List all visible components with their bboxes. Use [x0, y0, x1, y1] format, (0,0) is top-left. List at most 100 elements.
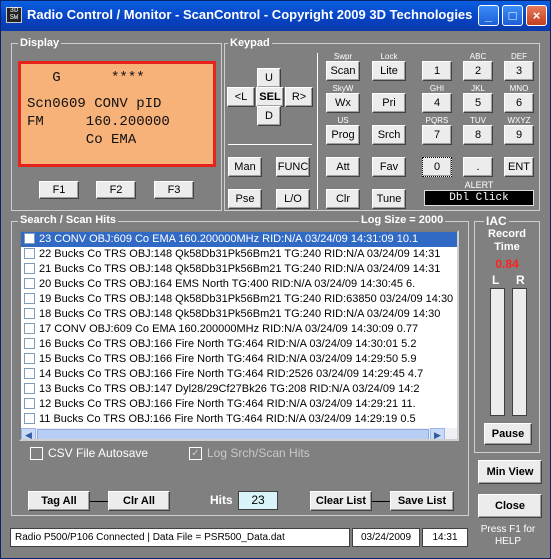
pri-button[interactable]: Pri — [372, 93, 406, 113]
status-date: 03/24/2009 — [352, 528, 420, 547]
nav-left-button[interactable]: <L — [227, 87, 255, 107]
hit-row-checkbox[interactable] — [24, 293, 35, 304]
horizontal-scroll-thumb[interactable] — [37, 429, 429, 439]
hits-count-label: Hits — [210, 493, 233, 507]
csv-autosave-checkbox[interactable] — [30, 447, 43, 460]
key-9-button[interactable]: 9 — [504, 125, 534, 145]
hit-row-text: 14 Bucks Co TRS OBJ:166 Fire North TG:46… — [39, 368, 424, 380]
nav-right-button[interactable]: R> — [285, 87, 313, 107]
man-button[interactable]: Man — [228, 157, 262, 177]
log-size: Log Size = 2000 — [359, 214, 446, 226]
hit-row-checkbox[interactable] — [24, 278, 35, 289]
status-time: 14:31 — [422, 528, 468, 547]
keypad-label: Keypad — [228, 37, 272, 49]
hit-row-checkbox[interactable] — [24, 338, 35, 349]
key-8-button[interactable]: 8 — [463, 125, 493, 145]
left-vu-meter — [490, 288, 505, 416]
hit-row-checkbox[interactable] — [24, 398, 35, 409]
key-7-button[interactable]: 7 — [422, 125, 452, 145]
hit-row-checkbox[interactable] — [24, 323, 35, 334]
record-time-label: Record Time — [488, 228, 526, 253]
key-dot-button[interactable]: . — [463, 157, 493, 177]
title-bar[interactable]: 3D SW Radio Control / Monitor - ScanCont… — [1, 1, 550, 31]
nav-select-button[interactable]: SEL — [256, 87, 284, 107]
key-1-button[interactable]: 1 — [422, 61, 452, 81]
hit-row-checkbox[interactable] — [24, 353, 35, 364]
srch-button[interactable]: Srch — [372, 125, 406, 145]
hit-row[interactable]: 23 CONV OBJ:609 Co EMA 160.200000MHz RID… — [21, 232, 457, 247]
iac-label: IAC — [484, 214, 509, 228]
digit-sub-label: GHI — [429, 84, 445, 93]
hit-row[interactable]: 12 Bucks Co TRS OBJ:166 Fire North TG:46… — [21, 397, 457, 412]
hit-row[interactable]: 11 Bucks Co TRS OBJ:166 Fire North TG:46… — [21, 412, 457, 427]
left-channel-label: L — [492, 273, 500, 287]
hit-row[interactable]: 20 Bucks Co TRS OBJ:164 EMS North TG:400… — [21, 277, 457, 292]
right-vu-meter — [512, 288, 527, 416]
log-srch-checkbox[interactable]: ✓ — [189, 447, 202, 460]
f3-button[interactable]: F3 — [154, 181, 194, 199]
hit-row-text: 22 Bucks Co TRS OBJ:148 Qk58Db31Pk56Bm21… — [39, 248, 441, 260]
key-4-button[interactable]: 4 — [422, 93, 452, 113]
hit-row[interactable]: 15 Bucks Co TRS OBJ:166 Fire North TG:46… — [21, 352, 457, 367]
hit-row-checkbox[interactable] — [24, 413, 35, 424]
app-window: 3D SW Radio Control / Monitor - ScanCont… — [0, 0, 551, 559]
f2-button[interactable]: F2 — [96, 181, 136, 199]
hit-row-text: 15 Bucks Co TRS OBJ:166 Fire North TG:46… — [39, 353, 417, 365]
hit-row[interactable]: 21 Bucks Co TRS OBJ:148 Qk58Db31Pk56Bm21… — [21, 262, 457, 277]
hit-row[interactable]: 19 Bucks Co TRS OBJ:148 Qk58Db31Pk56Bm21… — [21, 292, 457, 307]
nav-up-button[interactable]: U — [257, 68, 281, 88]
key-3-button[interactable]: 3 — [504, 61, 534, 81]
tune-button[interactable]: Tune — [372, 189, 406, 209]
hits-list[interactable]: 23 CONV OBJ:609 Co EMA 160.200000MHz RID… — [19, 230, 459, 441]
key-2-button[interactable]: 2 — [463, 61, 493, 81]
hit-row[interactable]: 13 Bucks Co TRS OBJ:147 Dyl28/29Cf27Bk26… — [21, 382, 457, 397]
f1-button[interactable]: F1 — [39, 181, 79, 199]
scroll-right-icon[interactable]: ▶ — [430, 428, 445, 439]
scan-button[interactable]: Scan — [326, 61, 360, 81]
hit-row[interactable]: 17 CONV OBJ:609 Co EMA 160.200000MHz RID… — [21, 322, 457, 337]
horizontal-scrollbar[interactable]: ◀ ▶ — [21, 428, 457, 439]
close-window-button[interactable]: × — [526, 5, 547, 26]
wx-button[interactable]: Wx — [326, 93, 360, 113]
pause-button[interactable]: Pause — [484, 423, 532, 445]
hit-row[interactable]: 14 Bucks Co TRS OBJ:166 Fire North TG:46… — [21, 367, 457, 382]
clr-all-button[interactable]: Clr All — [108, 491, 170, 511]
hit-row-checkbox[interactable] — [24, 308, 35, 319]
func-button[interactable]: FUNC — [276, 157, 310, 177]
att-button[interactable]: Att — [326, 157, 360, 177]
clr-button[interactable]: Clr — [326, 189, 360, 209]
alert-box[interactable]: Dbl Click — [424, 190, 534, 206]
hit-row-checkbox[interactable] — [24, 233, 35, 244]
enter-button[interactable]: ENT — [504, 157, 534, 177]
clear-list-button[interactable]: Clear List — [310, 491, 372, 511]
lo-button[interactable]: L/O — [276, 189, 310, 209]
maximize-button[interactable]: □ — [502, 5, 523, 26]
minimize-button[interactable]: _ — [478, 5, 499, 26]
tag-all-button[interactable]: Tag All — [28, 491, 90, 511]
key-6-button[interactable]: 6 — [504, 93, 534, 113]
lcd-line-3: FM 160.200000 — [27, 114, 170, 130]
prog-button[interactable]: Prog — [326, 125, 360, 145]
nav-down-button[interactable]: D — [257, 106, 281, 126]
key-0-button[interactable]: 0 — [422, 157, 452, 177]
hit-row-checkbox[interactable] — [24, 383, 35, 394]
hit-row[interactable]: 22 Bucks Co TRS OBJ:148 Qk58Db31Pk56Bm21… — [21, 247, 457, 262]
record-time-value: 0.84 — [495, 257, 519, 271]
key-5-button[interactable]: 5 — [463, 93, 493, 113]
hit-row[interactable]: 16 Bucks Co TRS OBJ:166 Fire North TG:46… — [21, 337, 457, 352]
min-view-button[interactable]: Min View — [478, 460, 542, 484]
save-list-button[interactable]: Save List — [390, 491, 454, 511]
hit-row-checkbox[interactable] — [24, 368, 35, 379]
scroll-left-icon[interactable]: ◀ — [21, 428, 36, 439]
digit-sub-label: PQRS — [425, 116, 449, 125]
pse-button[interactable]: Pse — [228, 189, 262, 209]
hit-row-checkbox[interactable] — [24, 263, 35, 274]
fav-button[interactable]: Fav — [372, 157, 406, 177]
hit-row-text: 18 Bucks Co TRS OBJ:148 Qk58Db31Pk56Bm21… — [39, 308, 441, 320]
hit-row[interactable]: 18 Bucks Co TRS OBJ:148 Qk58Db31Pk56Bm21… — [21, 307, 457, 322]
close-button[interactable]: Close — [478, 494, 542, 518]
keypad-divider — [228, 144, 312, 145]
hit-row-checkbox[interactable] — [24, 248, 35, 259]
lite-button[interactable]: Lite — [372, 61, 406, 81]
lcd-line-2: Scn0609 CONV pID — [27, 96, 162, 112]
